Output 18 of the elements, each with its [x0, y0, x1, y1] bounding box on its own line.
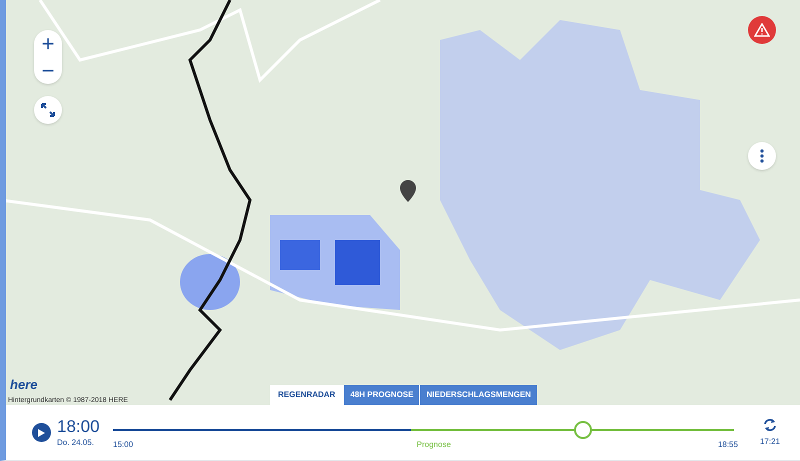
- warning-icon: [754, 23, 770, 37]
- update-time: 17:21: [760, 436, 780, 448]
- tab[interactable]: 48H PROGNOSE: [343, 385, 420, 405]
- zoom-out-button[interactable]: −: [34, 57, 62, 84]
- more-icon: [760, 149, 764, 163]
- slider-thumb[interactable]: [574, 420, 592, 438]
- play-icon: [38, 428, 45, 436]
- current-time: 18:00: [57, 416, 101, 436]
- tab[interactable]: REGENRADAR: [270, 385, 344, 405]
- forecast-label: Prognose: [416, 438, 451, 450]
- tab[interactable]: NIEDERSCHLAGSMENGEN: [419, 385, 537, 405]
- refresh-icon[interactable]: [762, 418, 777, 432]
- map-logo: here: [10, 376, 38, 394]
- start-time: 15:00: [113, 438, 134, 450]
- play-button[interactable]: [32, 423, 51, 442]
- diagonal-arrows-icon: [41, 103, 55, 117]
- zoom-in-button[interactable]: +: [34, 30, 62, 57]
- end-time: 18:55: [718, 438, 738, 450]
